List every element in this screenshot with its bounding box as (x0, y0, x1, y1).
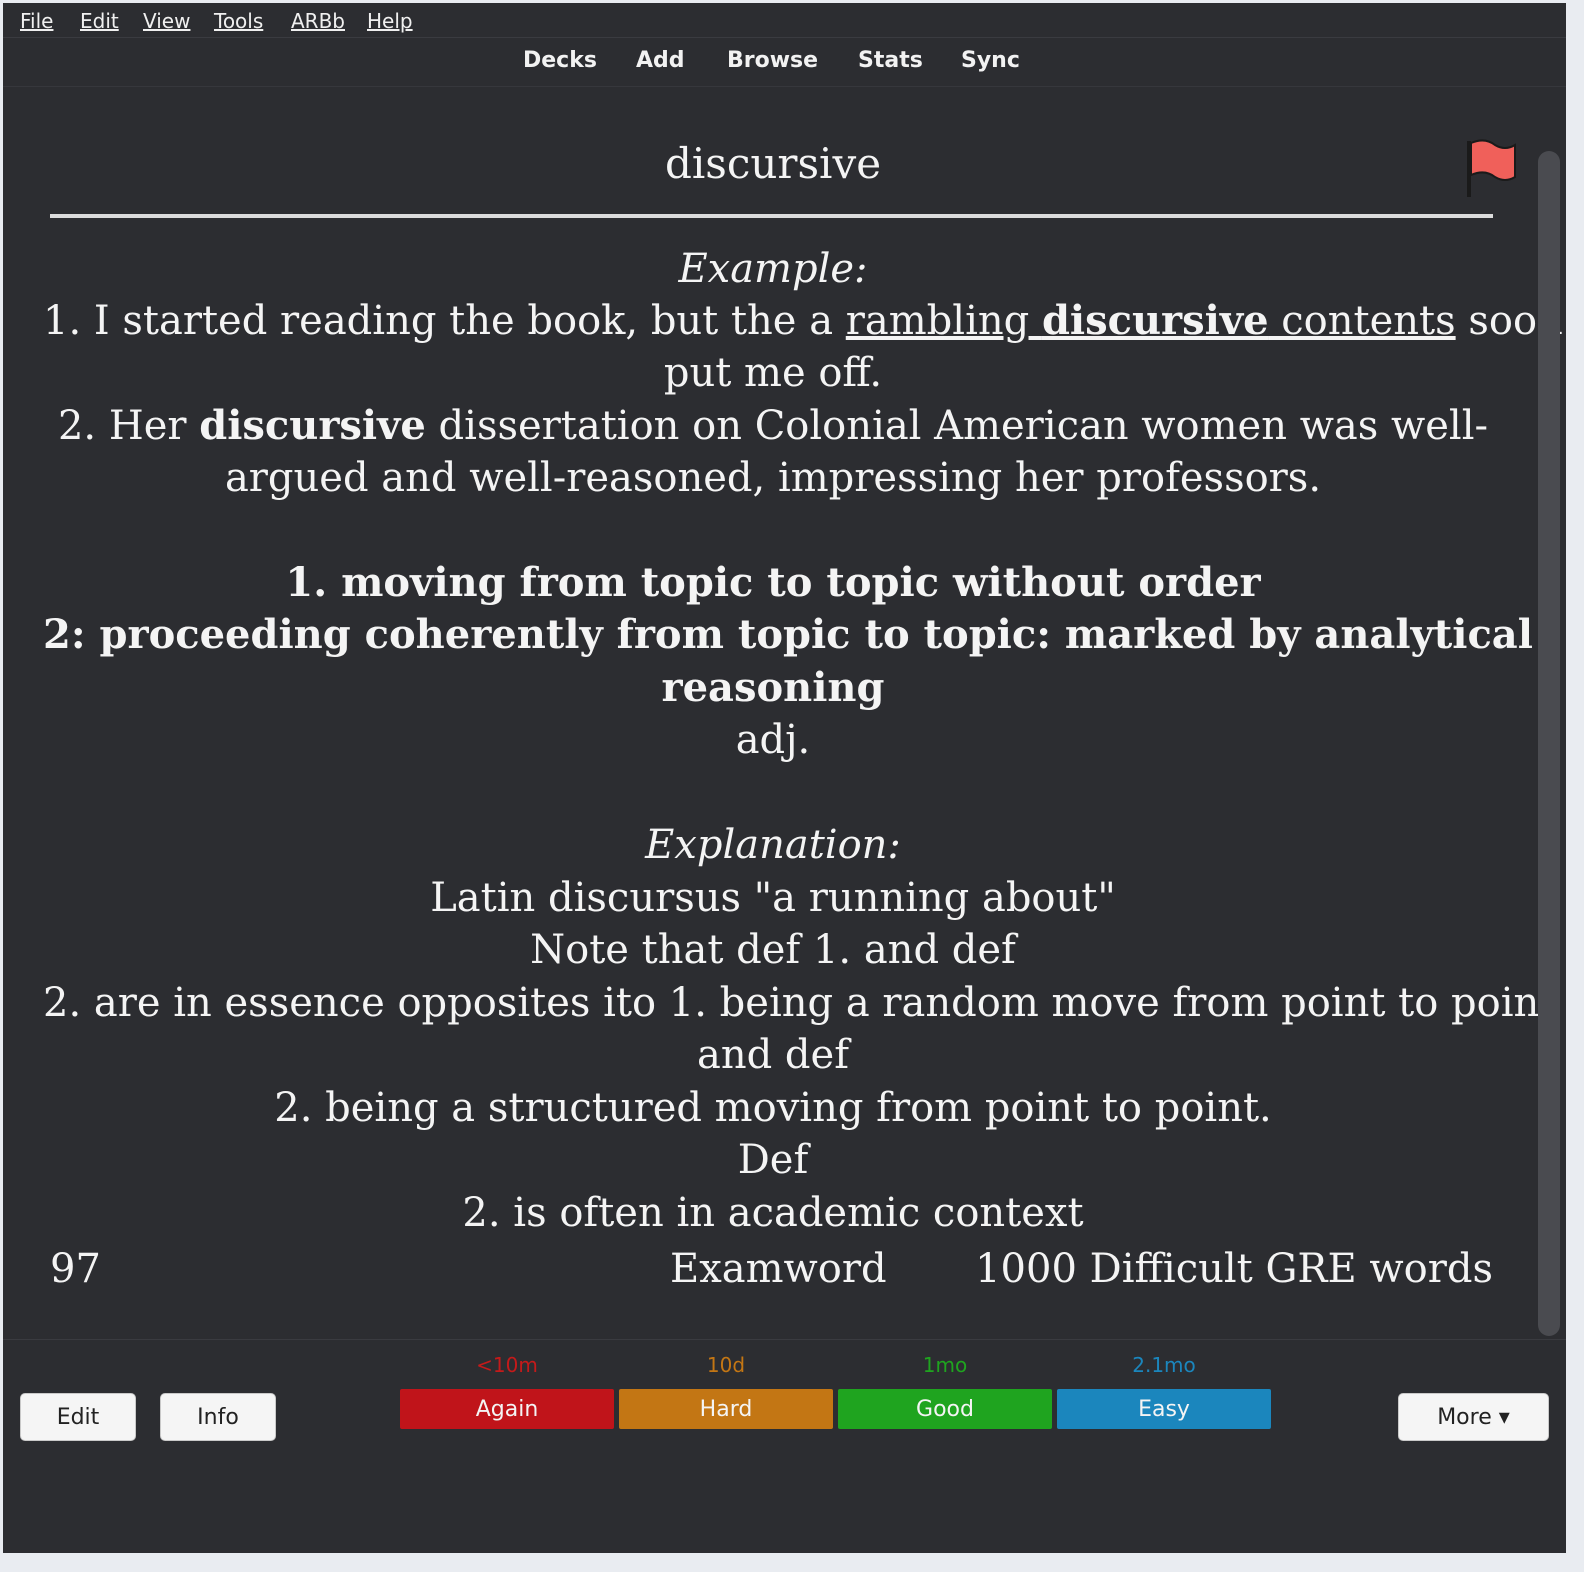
menu-file[interactable]: File (20, 9, 53, 33)
info-button[interactable]: Info (160, 1393, 276, 1441)
toolbar-stats[interactable]: Stats (858, 48, 923, 73)
card-view: discursive Example: 1. I started reading… (3, 87, 1563, 1337)
explanation-heading: Explanation: (645, 822, 901, 868)
scrollbar[interactable] (1538, 151, 1560, 1336)
explanation-line-3: 2. are in essence opposites ito 1. being… (43, 980, 1556, 1026)
explanation-line-7: 2. is often in academic context (462, 1190, 1084, 1236)
card-footer: 97 Examword 1000 Difficult GRE words (50, 1243, 1493, 1295)
explanation-line-4: and def (696, 1032, 849, 1078)
menu-arbb[interactable]: ARBb (291, 9, 345, 33)
easy-interval: 2.1mo (1132, 1353, 1196, 1377)
menu-view[interactable]: View (143, 9, 190, 33)
again-button[interactable]: Again (400, 1389, 614, 1429)
good-interval: 1mo (922, 1353, 968, 1377)
flag-icon[interactable] (1463, 137, 1519, 199)
edit-button[interactable]: Edit (20, 1393, 136, 1441)
flag-shape (1470, 139, 1516, 181)
example-2-line-1: 2. Her discursive dissertation on Coloni… (57, 402, 1489, 449)
explanation-line-2: Note that def 1. and def (530, 927, 1016, 973)
card-number: 97 (50, 1246, 101, 1292)
card-front-word: discursive (664, 139, 882, 188)
example-2-line-2: argued and well-reasoned, impressing her… (224, 455, 1322, 501)
explanation-line-5: 2. being a structured moving from point … (274, 1085, 1272, 1131)
toolbar-browse[interactable]: Browse (727, 48, 818, 73)
explanation-line-1: Latin discursus "a running about" (430, 875, 1116, 921)
hard-interval: 10d (706, 1353, 746, 1377)
example-1-line-1: 1. I started reading the book, but the a… (43, 297, 1563, 344)
definition-2-line-1: 2: proceeding coherently from topic to t… (43, 611, 1533, 658)
deck-name: 1000 Difficult GRE words (975, 1246, 1493, 1292)
menu-tools[interactable]: Tools (214, 9, 263, 33)
answer-divider (50, 214, 1493, 218)
again-interval: <10m (476, 1353, 538, 1377)
hard-button[interactable]: Hard (619, 1389, 833, 1429)
toolbar-add[interactable]: Add (636, 48, 685, 73)
menu-edit[interactable]: Edit (80, 9, 119, 33)
example-heading: Example: (678, 246, 868, 292)
explanation-line-6: Def (737, 1137, 809, 1183)
menu-bar: File Edit View Tools ARBb Help (3, 3, 1566, 38)
toolbar-sync[interactable]: Sync (961, 48, 1020, 73)
definition-2-line-2: reasoning (661, 664, 885, 711)
more-button[interactable]: More ▾ (1398, 1393, 1549, 1441)
good-button[interactable]: Good (838, 1389, 1052, 1429)
definition-1: 1. moving from topic to topic without or… (285, 559, 1261, 606)
easy-button[interactable]: Easy (1057, 1389, 1271, 1429)
toolbar-decks[interactable]: Decks (523, 48, 597, 73)
anki-window: File Edit View Tools ARBb Help Decks Add… (3, 3, 1566, 1553)
note-type: Examword (670, 1246, 887, 1292)
part-of-speech: adj. (735, 717, 811, 763)
top-toolbar: Decks Add Browse Stats Sync (3, 38, 1566, 87)
example-1-line-2: put me off. (663, 350, 883, 396)
menu-help[interactable]: Help (367, 9, 413, 33)
bottom-separator (3, 1339, 1566, 1340)
